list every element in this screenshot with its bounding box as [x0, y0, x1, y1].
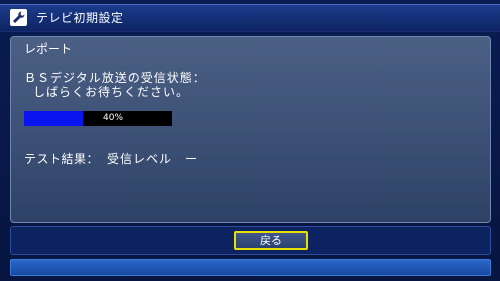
wrench-icon	[10, 9, 27, 26]
window-title: テレビ初期設定	[36, 11, 124, 25]
report-heading: レポート	[24, 42, 73, 56]
progress-fill	[24, 111, 84, 126]
reception-status-label: ＢＳデジタル放送の受信状態：	[24, 71, 206, 85]
report-panel: レポート ＢＳデジタル放送の受信状態： しばらくお待ちください。 40% テスト…	[10, 36, 491, 223]
settings-screen: テレビ初期設定 レポート ＢＳデジタル放送の受信状態： しばらくお待ちください。…	[0, 0, 500, 281]
title-bar: テレビ初期設定	[0, 4, 500, 32]
bottom-bar	[10, 259, 491, 276]
signal-level-value: 受信レベル ー	[107, 152, 199, 166]
test-result-label: テスト結果：	[24, 152, 100, 166]
progress-percent: 40%	[103, 113, 124, 123]
progress-bar: 40%	[24, 111, 172, 126]
back-button[interactable]: 戻る	[234, 231, 308, 250]
wait-message: しばらくお待ちください。	[33, 85, 190, 99]
button-bar: 戻る	[10, 226, 491, 255]
